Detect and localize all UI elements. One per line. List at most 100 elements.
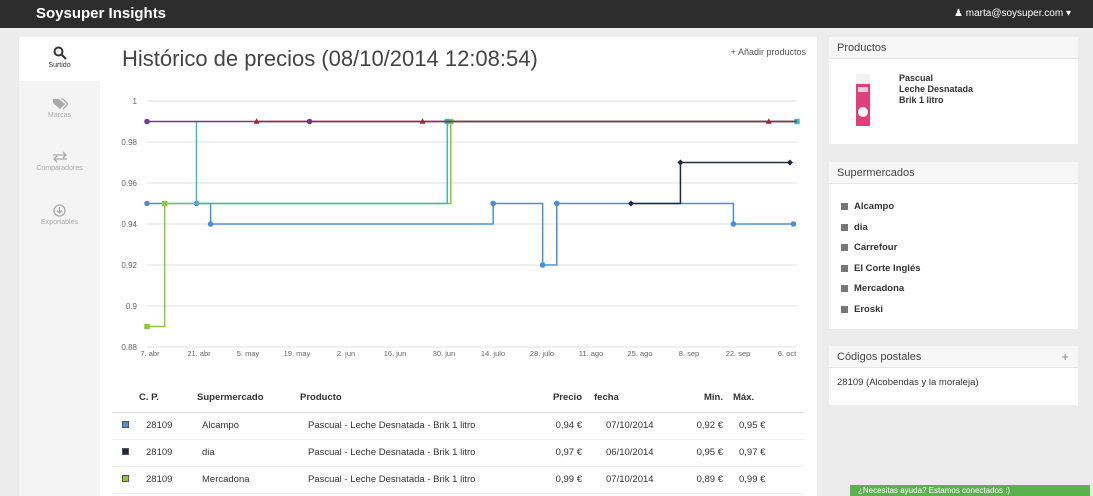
search-icon (53, 46, 67, 60)
productos-header: Productos (829, 37, 1078, 59)
help-chat-button[interactable]: ¿Necesitas ayuda? Estamos conectados :) (850, 485, 1090, 496)
data-point (144, 118, 150, 125)
supermercados-panel: Supermercados Alcampo dia Carrefour El C… (829, 162, 1078, 329)
cell-super: Alcampo (197, 412, 300, 440)
cell-super: Mercadona (197, 466, 300, 494)
brand-logo[interactable]: Soysuper Insights (36, 5, 166, 22)
top-navbar: Soysuper Insights ♟ marta@soysuper.com ▾ (0, 0, 1093, 28)
cell-product: Pascual - Leche Desnatada - Brik 1 litro (300, 466, 535, 494)
product-name: Leche Desnatada (899, 84, 974, 94)
y-tick-label: 0.88 (121, 343, 137, 352)
x-tick-label: 21. abr (187, 349, 211, 358)
cell-min: 0,89 € (678, 466, 733, 494)
x-tick-label: 28. julo (530, 349, 554, 358)
x-tick-label: 30. jun (433, 349, 456, 358)
checkbox-eroski[interactable]: Eroski (841, 304, 883, 315)
checkbox-box (841, 305, 848, 313)
x-tick-label: 5. may (237, 349, 260, 358)
x-tick-label: 11. ago (579, 349, 603, 358)
product-info: Pascual Leche Desnatada Brik 1 litro (899, 73, 973, 106)
x-tick-label: 25. ago (627, 349, 652, 358)
cell-swatch (112, 439, 139, 467)
series-line (147, 202, 794, 266)
swatch-col-header (112, 384, 139, 413)
checkbox-mercadona[interactable]: Mercadona (841, 283, 904, 294)
codigos-postales-panel: Códigos postales + 28109 (Alcobendas y l… (829, 346, 1078, 405)
postal-code-item: 28109 (Alcobendas y la moraleja) (837, 377, 979, 388)
productos-panel: Productos Pascual Leche Desnatada Brik 1… (829, 37, 1078, 144)
checkbox-label: dia (854, 222, 868, 233)
col-header-max: Máx. (733, 384, 804, 413)
y-tick-label: 0.96 (121, 179, 137, 188)
x-tick-label: 2. jun (337, 349, 355, 358)
codigos-postales-header: Códigos postales + (829, 346, 1078, 368)
data-point (553, 200, 560, 207)
sidebar-item-marcas[interactable]: Marcas (19, 94, 100, 138)
tags-icon (52, 98, 68, 110)
sidebar-item-exportables[interactable]: Exportables (19, 200, 100, 244)
checkbox-box (841, 243, 848, 251)
checkbox-alcampo[interactable]: Alcampo (841, 201, 894, 212)
series-color-swatch (122, 448, 129, 455)
data-point (144, 200, 150, 207)
user-icon: ♟ (954, 8, 963, 19)
sidebar-item-comparadores[interactable]: Comparadores (19, 147, 100, 191)
sidebar-item-surtido[interactable]: Surtido (19, 37, 100, 81)
cell-date: 07/10/2014 (592, 466, 678, 494)
x-tick-label: 22. sep (726, 349, 751, 358)
cell-max: 0,97 € (733, 439, 804, 467)
price-table: C. P. Supermercado Producto Precio fecha… (112, 384, 804, 494)
checkbox-label: Alcampo (854, 201, 895, 212)
user-menu[interactable]: ♟ marta@soysuper.com ▾ (954, 8, 1071, 19)
x-tick-label: 19. may (284, 349, 311, 358)
product-image[interactable] (855, 72, 871, 128)
product-format: Brik 1 litro (899, 95, 944, 105)
col-header-producto: Producto (300, 384, 535, 413)
data-point (677, 159, 684, 166)
main-content: Histórico de precios (08/10/2014 12:08:5… (100, 37, 817, 496)
user-email: marta@soysuper.com (965, 8, 1064, 19)
col-header-precio: Precio (535, 384, 592, 413)
data-point (144, 323, 150, 330)
col-header-fecha: fecha (592, 384, 678, 413)
x-tick-label: 14. julo (481, 349, 505, 358)
cell-date: 07/10/2014 (592, 412, 678, 440)
caret-down-icon: ▾ (1065, 8, 1071, 19)
cell-cp: 28109 (139, 412, 197, 440)
data-point (790, 221, 797, 227)
cell-price: 0,94 € (535, 412, 592, 440)
x-tick-label: 7. abr (140, 349, 160, 358)
col-header-supermercado: Supermercado (197, 384, 300, 413)
checkbox-label: Mercadona (854, 283, 905, 294)
data-point (539, 262, 546, 268)
checkbox-el-corte-ingles[interactable]: El Corte Inglés (841, 263, 921, 274)
sidebar-item-label: Exportables (41, 219, 78, 226)
series-color-swatch (122, 421, 129, 428)
table-row: 28109 Mercadona Pascual - Leche Desnatada … (112, 466, 804, 494)
data-point (627, 200, 634, 207)
table-row: 28109 dia Pascual - Leche Desnatada - Brik… (112, 439, 804, 467)
data-point (161, 200, 168, 207)
cell-cp: 28109 (139, 439, 197, 467)
checkbox-box (841, 223, 848, 231)
cell-price: 0,99 € (535, 466, 592, 494)
checkbox-carrefour[interactable]: Carrefour (841, 242, 897, 253)
supermercados-header: Supermercados (829, 162, 1078, 184)
data-point (207, 221, 214, 227)
cell-product: Pascual - Leche Desnatada - Brik 1 litro (300, 412, 535, 440)
cell-max: 0,99 € (733, 466, 804, 494)
cell-date: 06/10/2014 (592, 439, 678, 467)
checkbox-dia[interactable]: dia (841, 222, 868, 233)
codigos-postales-title: Códigos postales (837, 351, 922, 363)
y-tick-label: 1 (133, 97, 138, 106)
data-point (490, 200, 496, 207)
checkbox-box (841, 284, 848, 292)
add-postal-code-icon[interactable]: + (1061, 349, 1069, 364)
y-tick-label: 0.92 (121, 261, 137, 270)
cell-swatch (112, 466, 139, 494)
product-brand: Pascual (899, 73, 934, 83)
data-point (786, 159, 793, 166)
table-row: 28109 Alcampo Pascual - Leche Desnatada - … (112, 412, 804, 440)
cell-min: 0,95 € (678, 439, 733, 467)
y-tick-label: 0.9 (126, 302, 138, 311)
